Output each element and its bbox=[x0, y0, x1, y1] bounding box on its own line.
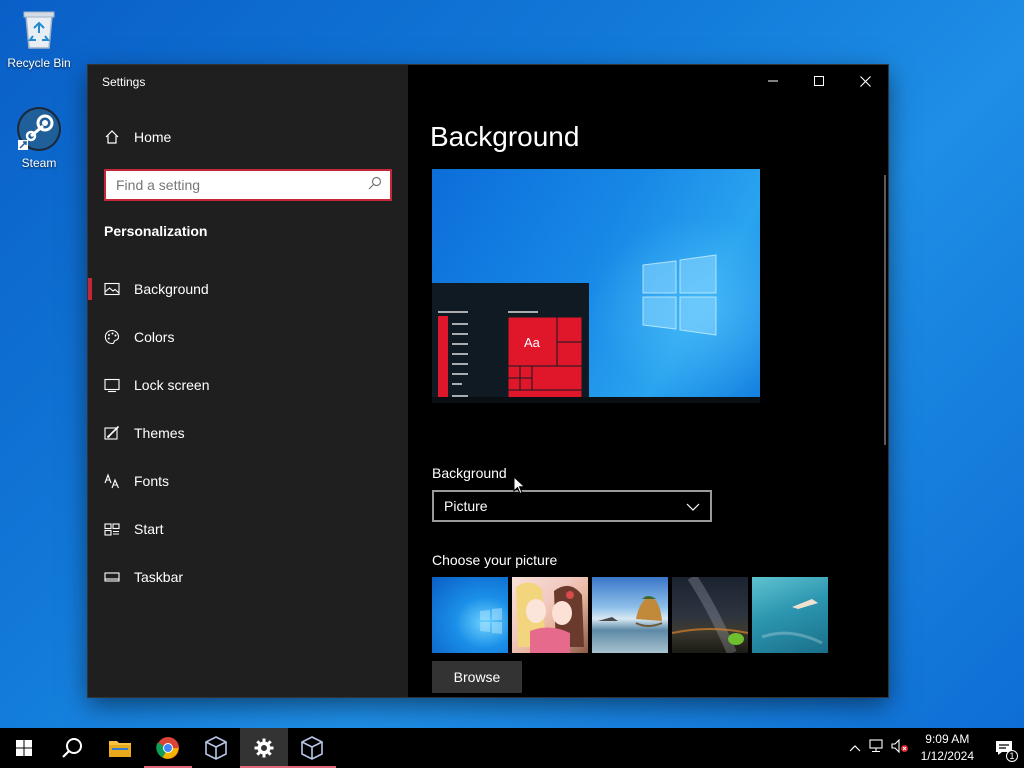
chevron-down-icon bbox=[686, 498, 700, 514]
lock-screen-icon bbox=[104, 377, 120, 393]
nav-item-themes[interactable]: Themes bbox=[88, 409, 408, 457]
system-tray: 9:09 AM 1/12/2024 1 bbox=[849, 728, 1024, 768]
nav-item-label: Colors bbox=[134, 329, 175, 345]
close-icon bbox=[859, 75, 871, 87]
thumbnail-windows-blue[interactable] bbox=[432, 577, 508, 653]
background-dropdown-value: Picture bbox=[444, 498, 488, 514]
mouse-cursor-icon bbox=[513, 476, 526, 495]
thumbnail-underwater-swimmer[interactable] bbox=[752, 577, 828, 653]
search-icon bbox=[62, 738, 82, 758]
nav-item-label: Lock screen bbox=[134, 377, 210, 393]
recycle-bin-icon bbox=[16, 6, 62, 52]
section-title: Personalization bbox=[104, 223, 208, 239]
thumbnail-anime-girls[interactable] bbox=[512, 577, 588, 653]
themes-icon bbox=[104, 425, 120, 441]
search-taskbar-button[interactable] bbox=[48, 728, 96, 768]
start-button[interactable] bbox=[0, 728, 48, 768]
preview-start-menu: Aa bbox=[432, 283, 589, 403]
file-explorer-button[interactable] bbox=[96, 728, 144, 768]
start-icon bbox=[104, 521, 120, 537]
settings-window: Settings Home Personalization Background bbox=[88, 65, 888, 697]
nav-item-fonts[interactable]: Fonts bbox=[88, 457, 408, 505]
background-dropdown[interactable]: Picture bbox=[432, 490, 712, 522]
virtualbox-button-2[interactable] bbox=[288, 728, 336, 768]
notification-count-badge: 1 bbox=[1006, 750, 1018, 762]
background-label: Background bbox=[432, 465, 507, 481]
picture-icon bbox=[104, 281, 120, 297]
personalization-nav: Background Colors Lock screen Themes Fon… bbox=[88, 265, 408, 601]
home-label: Home bbox=[134, 129, 172, 145]
chrome-icon bbox=[156, 737, 179, 759]
background-preview: Aa bbox=[432, 169, 760, 403]
preview-tile-text: Aa bbox=[524, 335, 540, 350]
clock-date: 1/12/2024 bbox=[920, 749, 974, 763]
network-icon[interactable] bbox=[869, 738, 885, 758]
nav-item-label: Background bbox=[134, 281, 209, 297]
palette-icon bbox=[104, 329, 120, 345]
nav-item-start[interactable]: Start bbox=[88, 505, 408, 553]
search-input[interactable] bbox=[116, 177, 346, 193]
notifications-button[interactable]: 1 bbox=[984, 728, 1024, 768]
desktop-icon-steam[interactable]: Steam bbox=[3, 106, 75, 170]
nav-item-label: Taskbar bbox=[134, 569, 184, 585]
preview-taskbar bbox=[432, 397, 760, 403]
close-button[interactable] bbox=[842, 65, 888, 97]
chevron-up-icon[interactable] bbox=[849, 739, 861, 757]
desktop-icon-label: Recycle Bin bbox=[7, 56, 71, 70]
minimize-icon bbox=[768, 80, 778, 82]
chrome-button[interactable] bbox=[144, 728, 192, 768]
settings-taskbar-button[interactable] bbox=[240, 728, 288, 768]
maximize-icon bbox=[814, 76, 824, 86]
thumbnail-beach-rock[interactable] bbox=[592, 577, 668, 653]
nav-item-colors[interactable]: Colors bbox=[88, 313, 408, 361]
window-title: Settings bbox=[102, 75, 146, 89]
maximize-button[interactable] bbox=[796, 65, 842, 97]
taskbar-icon bbox=[104, 569, 120, 585]
picture-thumbnails bbox=[432, 574, 828, 655]
taskbar-clock[interactable]: 9:09 AM 1/12/2024 bbox=[921, 731, 974, 765]
volume-muted-icon[interactable] bbox=[891, 738, 909, 758]
gear-icon bbox=[254, 738, 274, 758]
virtualbox-icon bbox=[301, 736, 323, 760]
virtualbox-button[interactable] bbox=[192, 728, 240, 768]
nav-item-background[interactable]: Background bbox=[88, 265, 408, 313]
windows-logo-icon bbox=[16, 740, 32, 756]
thumbnail-night-sky[interactable] bbox=[671, 574, 749, 655]
window-controls bbox=[750, 65, 888, 97]
clock-time: 9:09 AM bbox=[925, 732, 970, 746]
minimize-button[interactable] bbox=[750, 65, 796, 97]
windows-taskbar: 9:09 AM 1/12/2024 1 bbox=[0, 728, 1024, 768]
nav-item-label: Themes bbox=[134, 425, 185, 441]
desktop-icon-recycle-bin[interactable]: Recycle Bin bbox=[3, 6, 75, 70]
home-icon bbox=[104, 129, 120, 145]
nav-item-taskbar[interactable]: Taskbar bbox=[88, 553, 408, 601]
nav-item-label: Fonts bbox=[134, 473, 170, 489]
search-box[interactable] bbox=[104, 169, 392, 201]
scrollbar[interactable] bbox=[884, 175, 886, 445]
page-title: Background bbox=[430, 121, 580, 152]
search-icon bbox=[368, 176, 382, 195]
folder-icon bbox=[109, 741, 131, 757]
browse-button[interactable]: Browse bbox=[432, 661, 522, 693]
virtualbox-icon bbox=[205, 736, 227, 760]
desktop-icon-label: Steam bbox=[21, 156, 57, 170]
choose-picture-label: Choose your picture bbox=[432, 552, 558, 568]
nav-item-label: Start bbox=[134, 521, 164, 537]
steam-icon bbox=[16, 106, 62, 152]
nav-item-lock-screen[interactable]: Lock screen bbox=[88, 361, 408, 409]
settings-sidebar: Settings Home Personalization Background bbox=[88, 65, 408, 697]
settings-main: Background Aa Background Picture Choose … bbox=[408, 65, 888, 697]
fonts-icon bbox=[104, 473, 120, 489]
home-link[interactable]: Home bbox=[104, 129, 171, 145]
